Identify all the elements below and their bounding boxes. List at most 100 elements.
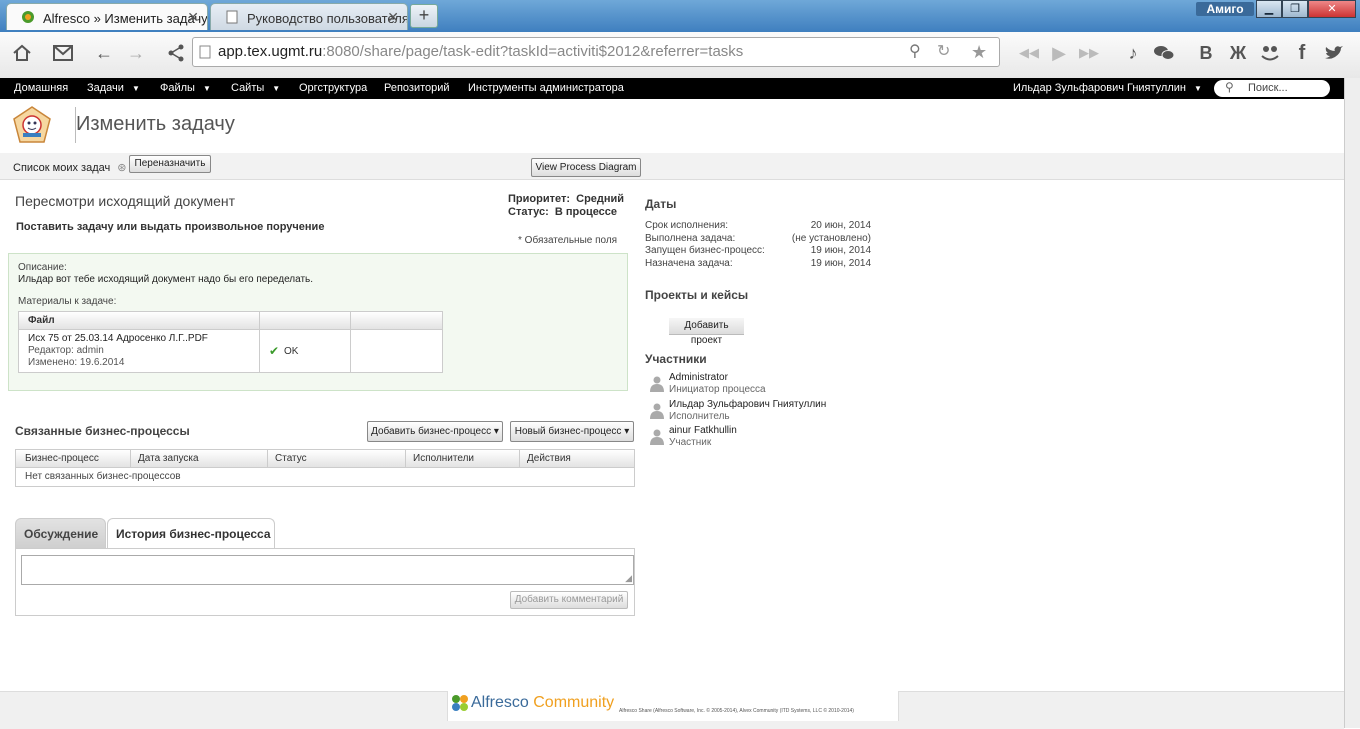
user-icon — [650, 376, 664, 392]
add-business-process-button[interactable]: Добавить бизнес-процесс ▾ — [367, 421, 503, 442]
attachments-header — [19, 312, 442, 330]
play-icon[interactable]: ▶ — [1043, 38, 1075, 68]
page-title: Изменить задачу — [76, 113, 235, 135]
column-divider — [350, 312, 351, 372]
page-icon — [199, 45, 211, 59]
brand-alfresco: Alfresco — [471, 694, 529, 711]
nav-tasks[interactable]: Задачи ▼ — [87, 78, 140, 99]
maximize-button[interactable]: ❐ — [1282, 0, 1308, 18]
description-text: Ильдар вот тебе исходящий документ надо … — [18, 274, 314, 285]
nav-tasks-label: Задачи — [87, 82, 124, 94]
resize-handle-icon[interactable]: ◢ — [625, 573, 632, 584]
back-icon[interactable]: ← — [88, 38, 120, 68]
add-comment-button[interactable]: Добавить комментарий — [510, 591, 628, 609]
participant-role: Исполнитель — [669, 411, 730, 422]
participant-name[interactable]: Administrator — [669, 372, 728, 383]
required-fields-note: * Обязательные поля — [518, 235, 618, 246]
description-label: Описание: — [18, 262, 67, 273]
share-icon[interactable] — [160, 38, 192, 68]
add-project-button[interactable]: Добавить проект — [669, 318, 744, 346]
date-label: Назначена задача: — [645, 258, 733, 269]
nav-files[interactable]: Файлы ▼ — [160, 78, 211, 99]
facebook-icon[interactable]: f — [1286, 38, 1318, 68]
star-icon[interactable]: ★ — [971, 38, 987, 66]
nav-files-label: Файлы — [160, 82, 195, 94]
odnoklassniki-icon[interactable]: Ж — [1222, 38, 1254, 68]
file-editor: Редактор: admin — [28, 345, 104, 356]
nav-org[interactable]: Оргструктура — [299, 78, 367, 99]
task-status: Статус: В процессе — [508, 206, 617, 218]
footer-brand: Alfresco Community — [471, 694, 614, 712]
forward-icon[interactable]: → — [120, 38, 152, 68]
file-name-link[interactable]: Исх 75 от 25.03.14 Адросенко Л.Г..PDF — [28, 333, 208, 344]
twitter-icon[interactable] — [1318, 38, 1350, 68]
fast-forward-icon[interactable]: ▶▶ — [1073, 38, 1105, 68]
tab-title: Руководство пользователя — [247, 11, 408, 26]
chevron-down-icon: ▼ — [131, 84, 140, 93]
browser-tab-active[interactable]: Alfresco » Изменить задачу ✕ — [6, 3, 208, 30]
comment-input[interactable]: ◢ — [21, 555, 634, 585]
new-tab-button[interactable]: + — [410, 4, 438, 28]
reload-icon[interactable]: ↻ — [937, 38, 950, 66]
url-host: app.tex.ugmt.ru — [218, 43, 323, 60]
my-tasks-label: Список моих задач — [13, 162, 111, 174]
new-business-process-button[interactable]: Новый бизнес-процесс ▾ — [510, 421, 634, 442]
chevron-down-icon: ▼ — [202, 84, 211, 93]
url-path: :8080/share/page/task-edit?taskId=activi… — [322, 43, 744, 60]
participant-role: Инициатор процесса — [669, 384, 766, 395]
task-priority: Приоритет: Средний — [508, 193, 624, 205]
date-value: 19 июн, 2014 — [810, 245, 871, 256]
minimize-button[interactable]: ▁ — [1256, 0, 1282, 18]
nav-repository[interactable]: Репозиторий — [384, 78, 450, 99]
site-logo-icon — [13, 106, 51, 143]
my-tasks-link[interactable]: Список моих задач ⊛ — [13, 161, 127, 174]
rewind-icon[interactable]: ◀◀ — [1013, 38, 1045, 68]
close-icon[interactable]: ✕ — [187, 9, 199, 26]
nav-sites-label: Сайты — [231, 82, 265, 94]
brand-community: Community — [533, 694, 615, 711]
reassign-button[interactable]: Переназначить — [129, 155, 211, 173]
priority-value: Средний — [576, 193, 625, 205]
page-icon — [226, 10, 238, 24]
date-row-assigned: Назначена задача: 19 июн, 2014 — [645, 258, 871, 270]
footer-copyright: Alfresco Share (Alfresco Software, Inc. … — [619, 708, 854, 714]
music-icon[interactable]: ♪ — [1117, 38, 1149, 68]
date-row-due: Срок исполнения: 20 июн, 2014 — [645, 220, 871, 232]
browser-tab[interactable]: Руководство пользователя ✕ — [210, 3, 408, 30]
close-icon[interactable]: ✕ — [387, 9, 399, 26]
date-label: Выполнена задача: — [645, 233, 736, 244]
participant-name[interactable]: Ильдар Зульфарович Гниятуллин — [669, 399, 826, 410]
attachments-table: Файл Исх 75 от 25.03.14 Адросенко Л.Г..P… — [18, 311, 443, 373]
status-label: Статус: — [508, 206, 549, 218]
vk-icon[interactable]: В — [1190, 38, 1222, 68]
tab-title: Alfresco » Изменить задачу — [43, 11, 208, 26]
nav-sites[interactable]: Сайты ▼ — [231, 78, 280, 99]
column-actions: Действия — [527, 453, 571, 464]
nav-home[interactable]: Домашняя — [14, 78, 68, 99]
nav-user-menu[interactable]: Ильдар Зульфарович Гниятуллин ▼ — [1013, 78, 1202, 99]
chat-icon[interactable] — [1148, 38, 1180, 68]
column-divider — [259, 312, 260, 372]
friends-icon[interactable] — [1254, 38, 1286, 68]
alfresco-favicon-icon — [22, 11, 34, 23]
column-process: Бизнес-процесс — [25, 453, 99, 464]
view-process-diagram-button[interactable]: View Process Diagram — [531, 158, 641, 177]
materials-label: Материалы к задаче: — [18, 296, 117, 307]
address-bar[interactable]: app.tex.ugmt.ru:8080/share/page/task-edi… — [192, 37, 1000, 67]
nav-admin-tools[interactable]: Инструменты администратора — [468, 78, 624, 99]
date-row-completed: Выполнена задача: (не установлено) — [645, 233, 871, 245]
mail-icon[interactable] — [47, 38, 79, 68]
tab-process-history[interactable]: История бизнес-процесса — [107, 518, 275, 549]
status-value: В процессе — [554, 206, 618, 218]
date-value: (не установлено) — [791, 233, 871, 244]
column-status: Статус — [275, 453, 307, 464]
zoom-icon[interactable]: ⚲ — [909, 38, 921, 66]
window-close-button[interactable]: ✕ — [1308, 0, 1356, 18]
page-scrollbar[interactable] — [1344, 78, 1360, 728]
tab-discussion[interactable]: Обсуждение — [15, 518, 106, 548]
column-divider — [130, 450, 131, 467]
column-divider — [267, 450, 268, 467]
participant-name[interactable]: ainur Fatkhullin — [669, 425, 737, 436]
task-title: Пересмотри исходящий документ — [15, 193, 236, 209]
home-icon[interactable] — [6, 38, 38, 68]
